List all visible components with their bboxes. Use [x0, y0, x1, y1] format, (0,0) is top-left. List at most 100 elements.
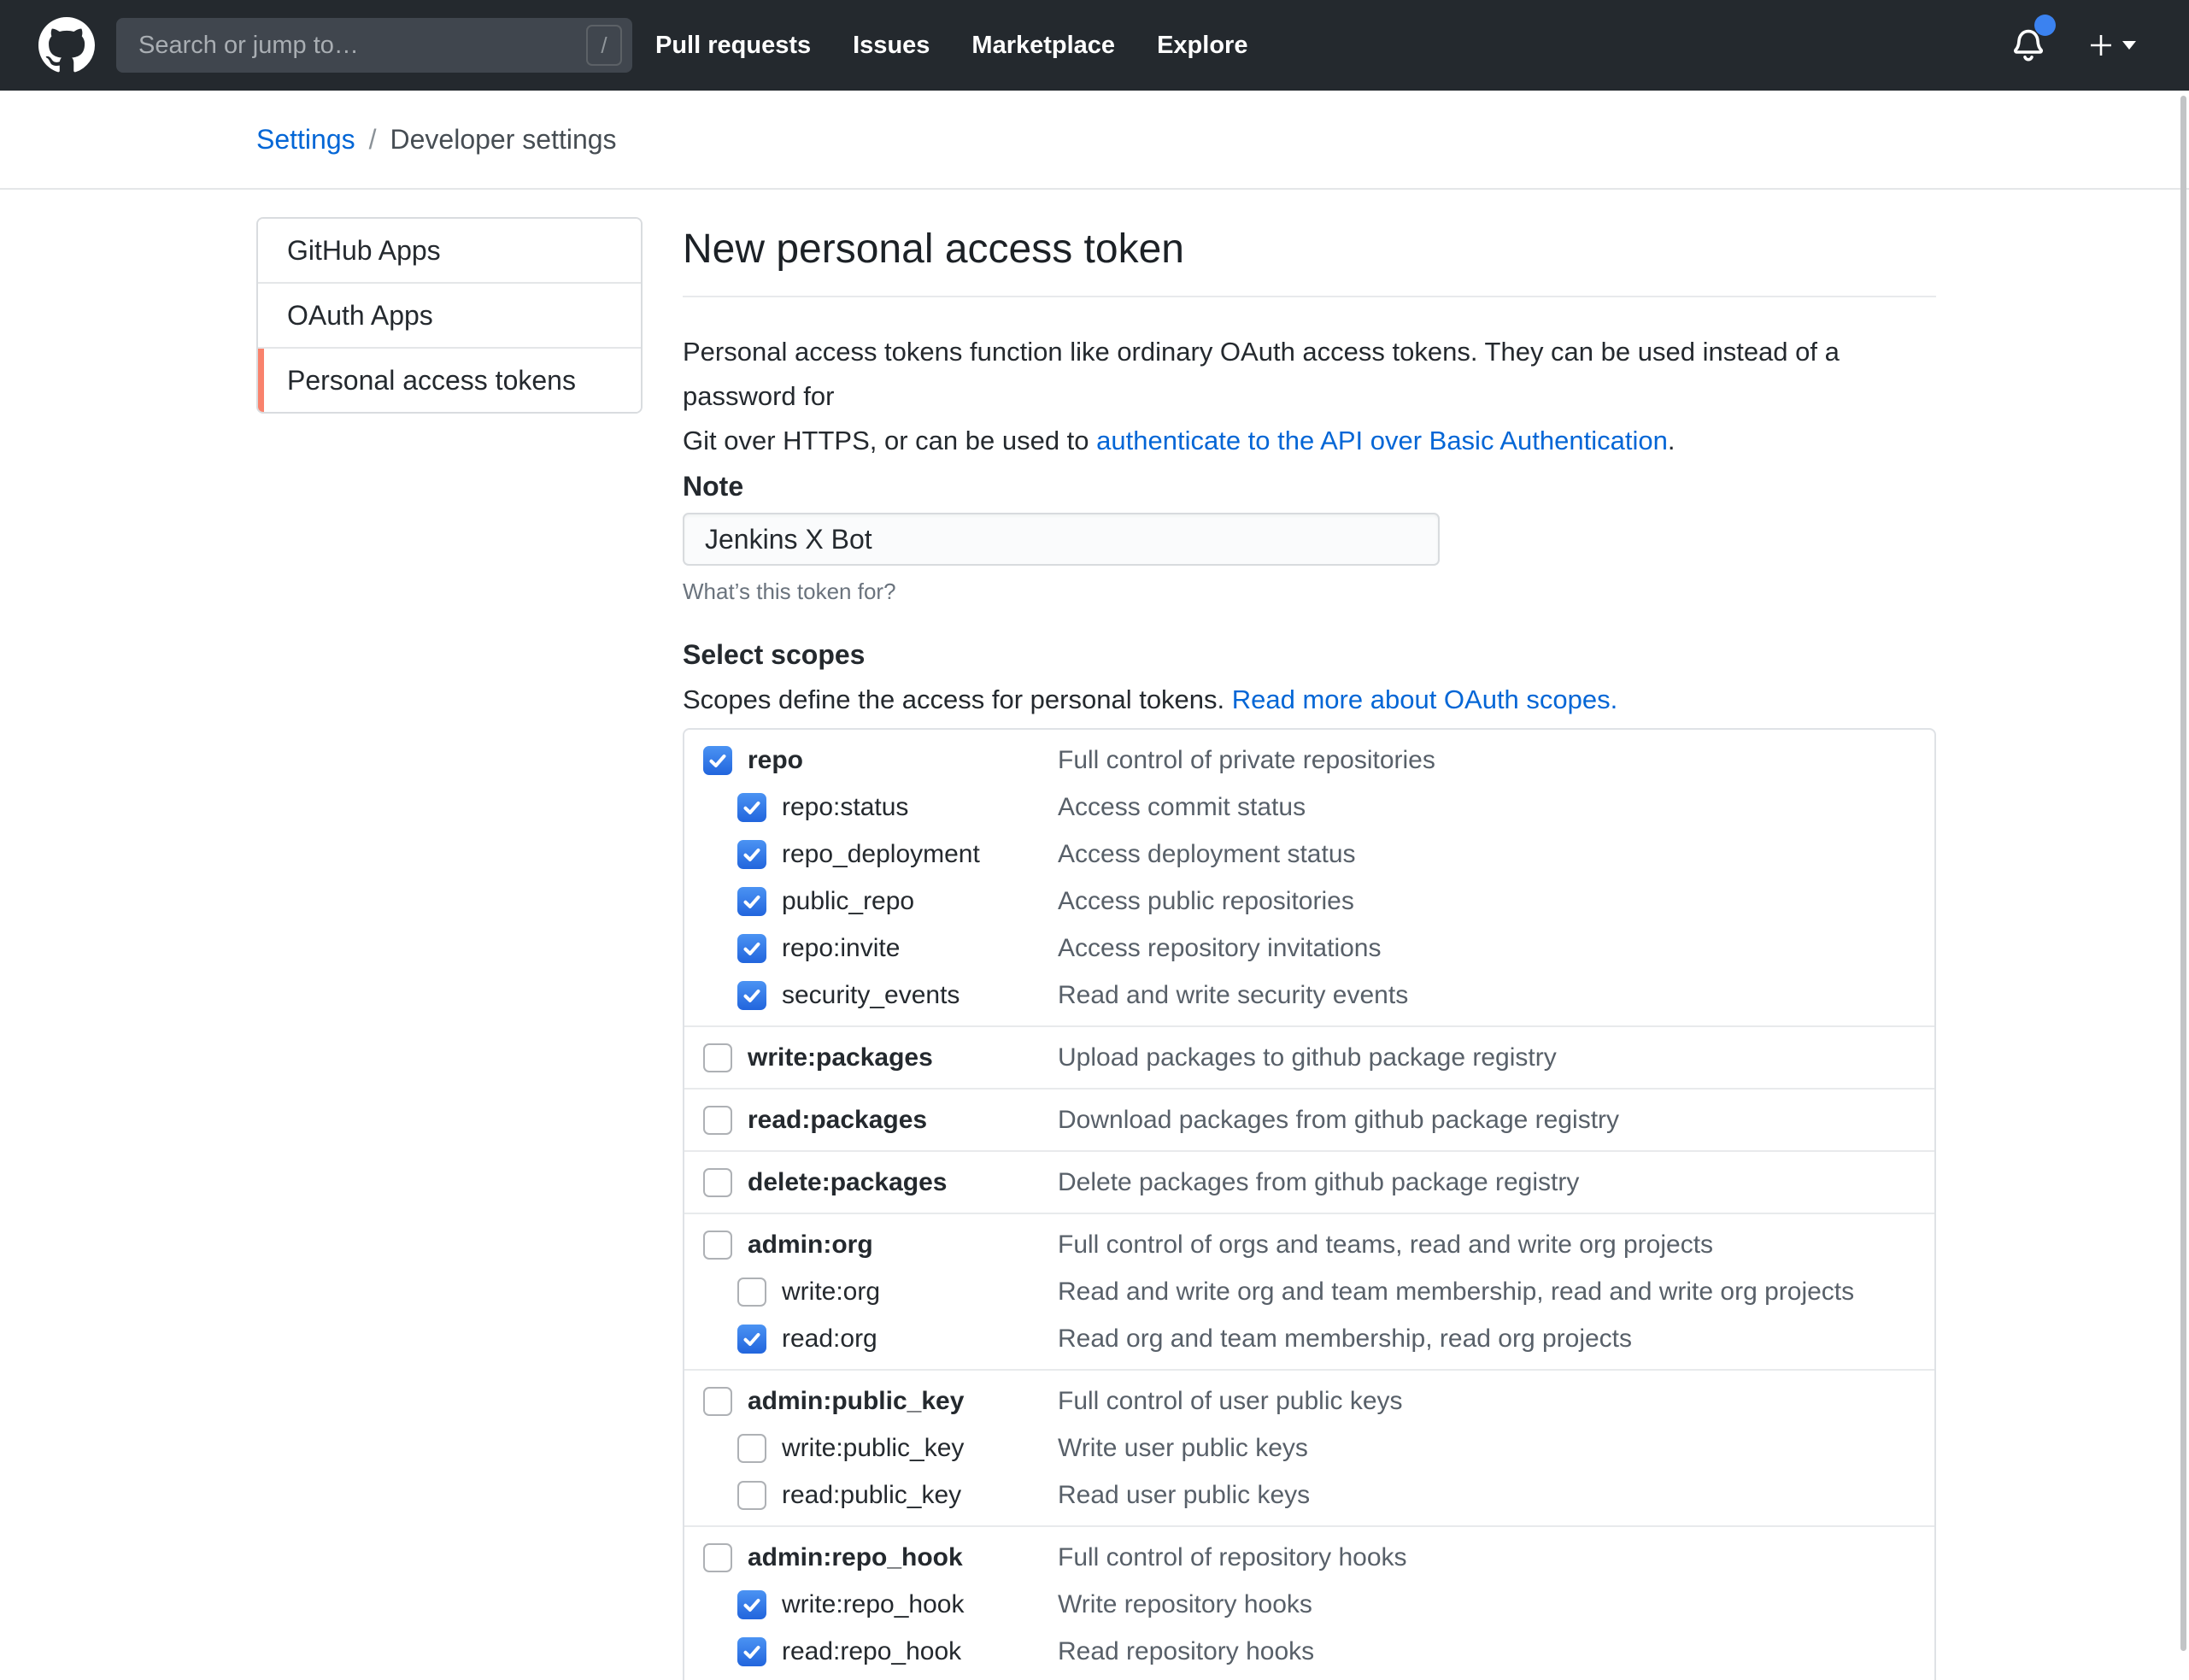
scope-label[interactable]: repo [748, 746, 803, 775]
admin-repo-hook-checkbox[interactable] [703, 1543, 732, 1572]
scope-label[interactable]: public_repo [782, 887, 914, 916]
developer-settings-sidenav: GitHub Apps OAuth Apps Personal access t… [256, 217, 643, 414]
scope-label[interactable]: write:public_key [782, 1434, 964, 1463]
scope-description: Delete packages from github package regi… [1058, 1168, 1579, 1197]
scope-group: repoFull control of private repositories… [684, 730, 1934, 1025]
scope-label[interactable]: repo_deployment [782, 840, 980, 869]
sidebar-item-label: GitHub Apps [287, 235, 441, 267]
scope-label[interactable]: admin:public_key [748, 1387, 964, 1416]
header-search-box: / [116, 18, 632, 73]
sidebar-item-label: Personal access tokens [287, 365, 576, 397]
read-public-key-checkbox[interactable] [737, 1481, 766, 1510]
write-repo-hook-checkbox[interactable] [737, 1590, 766, 1619]
scope-row-security-events: security_events Read and write security e… [684, 972, 1934, 1019]
repo-deployment-checkbox[interactable] [737, 840, 766, 869]
scope-row-read-org: read:orgRead org and team membership, re… [684, 1315, 1934, 1362]
scope-description: Write repository hooks [1058, 1590, 1312, 1619]
scope-group: admin:orgFull control of orgs and teams,… [684, 1213, 1934, 1369]
write-org-checkbox[interactable] [737, 1278, 766, 1307]
scope-group: admin:repo_hook Full control of repositor… [684, 1525, 1934, 1680]
security-events-checkbox[interactable] [737, 981, 766, 1010]
scope-row-write-org: write:org Read and write org and team mem… [684, 1268, 1934, 1315]
scope-label[interactable]: read:repo_hook [782, 1637, 961, 1666]
scopes-table: repoFull control of private repositories… [683, 728, 1936, 1680]
breadcrumb: Settings / Developer settings [0, 91, 2189, 190]
breadcrumb-settings-link[interactable]: Settings [256, 124, 355, 156]
scope-description: Download packages from github package re… [1058, 1106, 1619, 1135]
scope-description: Access repository invitations [1058, 934, 1382, 963]
read-org-checkbox[interactable] [737, 1325, 766, 1354]
sidebar-item-personal-access-tokens[interactable]: Personal access tokens [258, 347, 641, 412]
scope-label[interactable]: security_events [782, 981, 960, 1010]
scope-row-admin-public-key: admin:public_keyFull control of user pub… [684, 1377, 1934, 1424]
nav-issues[interactable]: Issues [853, 32, 930, 60]
intro-period: . [1668, 426, 1675, 455]
delete-packages-checkbox[interactable] [703, 1168, 732, 1197]
scope-row-write-public-key: write:public_keyWrite user public keys [684, 1424, 1934, 1471]
read-packages-checkbox[interactable] [703, 1106, 732, 1135]
write-packages-checkbox[interactable] [703, 1043, 732, 1072]
nav-marketplace[interactable]: Marketplace [971, 32, 1115, 60]
scope-group: write:packagesUpload packages to github … [684, 1025, 1934, 1088]
create-new-button[interactable] [2086, 31, 2136, 60]
scope-label[interactable]: admin:repo_hook [748, 1543, 963, 1572]
note-input[interactable] [683, 513, 1440, 566]
scope-row-write-packages: write:packagesUpload packages to github … [684, 1034, 1934, 1081]
scope-row-public-repo: public_repoAccess public repositories [684, 878, 1934, 925]
scrollbar-thumb[interactable] [2180, 96, 2186, 1651]
scope-description: Read and write security events [1058, 981, 1408, 1010]
checkmark-icon [741, 796, 763, 819]
scope-row-admin-org: admin:orgFull control of orgs and teams,… [684, 1221, 1934, 1268]
scopes-desc-text: Scopes define the access for personal to… [683, 684, 1232, 714]
repo-status-checkbox[interactable] [737, 793, 766, 822]
scope-description: Read and write org and team membership, … [1058, 1278, 1854, 1307]
sidebar-item-oauth-apps[interactable]: OAuth Apps [258, 282, 641, 347]
oauth-scopes-link[interactable]: Read more about OAuth scopes. [1232, 684, 1617, 714]
scope-description: Access deployment status [1058, 840, 1356, 869]
checkmark-icon [741, 1641, 763, 1663]
scope-label[interactable]: repo:status [782, 793, 908, 822]
slash-key-hint: / [586, 25, 622, 66]
admin-org-checkbox[interactable] [703, 1231, 732, 1260]
notifications-bell-icon[interactable] [2008, 25, 2049, 66]
sidebar-item-github-apps[interactable]: GitHub Apps [258, 219, 641, 282]
intro-paragraph: Personal access tokens function like ord… [683, 330, 1936, 463]
intro-line2: Git over HTTPS, or can be used to [683, 426, 1096, 455]
scope-label[interactable]: repo:invite [782, 934, 900, 963]
header-nav: Pull requests Issues Marketplace Explore [655, 32, 1247, 60]
scope-label[interactable]: write:repo_hook [782, 1590, 964, 1619]
scope-label[interactable]: read:public_key [782, 1481, 961, 1510]
scope-description: Read repository hooks [1058, 1637, 1314, 1666]
scope-label[interactable]: write:packages [748, 1043, 933, 1072]
checkmark-icon [741, 1328, 763, 1350]
scope-label[interactable]: read:packages [748, 1106, 927, 1135]
read-repo-hook-checkbox[interactable] [737, 1637, 766, 1666]
write-public-key-checkbox[interactable] [737, 1434, 766, 1463]
search-input[interactable] [137, 31, 586, 61]
repo-invite-checkbox[interactable] [737, 934, 766, 963]
intro-line1: Personal access tokens function like ord… [683, 337, 1840, 411]
checkmark-icon [741, 1594, 763, 1616]
scope-row-repo-status: repo:statusAccess commit status [684, 784, 1934, 831]
nav-pull-requests[interactable]: Pull requests [655, 32, 811, 60]
scope-label[interactable]: delete:packages [748, 1168, 947, 1197]
scope-row-read-public-key: read:public_keyRead user public keys [684, 1471, 1934, 1518]
github-new-token-page: / Pull requests Issues Marketplace Explo… [0, 0, 2189, 1680]
scope-label[interactable]: admin:org [748, 1231, 873, 1260]
checkmark-icon [741, 890, 763, 913]
page-title: New personal access token [683, 222, 1936, 277]
scopes-description: Scopes define the access for personal to… [683, 684, 1936, 715]
scope-description: Full control of repository hooks [1058, 1543, 1407, 1572]
public-repo-checkbox[interactable] [737, 887, 766, 916]
scope-label[interactable]: write:org [782, 1278, 880, 1307]
nav-explore[interactable]: Explore [1157, 32, 1247, 60]
scope-row-delete-packages: delete:packages Delete packages from gith… [684, 1159, 1934, 1206]
chevron-down-icon [2122, 41, 2136, 50]
scope-row-read-packages: read:packages Download packages from gith… [684, 1096, 1934, 1143]
admin-public-key-checkbox[interactable] [703, 1387, 732, 1416]
github-logo-icon[interactable] [38, 17, 95, 73]
basic-auth-link[interactable]: authenticate to the API over Basic Authe… [1096, 426, 1668, 455]
repo-checkbox[interactable] [703, 746, 732, 775]
scope-label[interactable]: read:org [782, 1325, 877, 1354]
content-container: GitHub Apps OAuth Apps Personal access t… [0, 190, 2189, 1680]
